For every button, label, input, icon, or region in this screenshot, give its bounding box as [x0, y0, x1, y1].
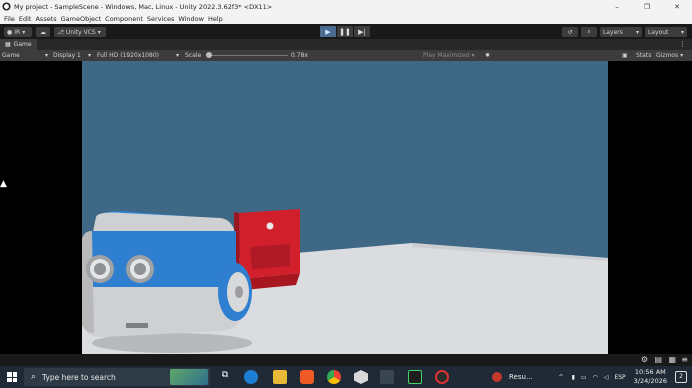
status-icon-4: ≡ — [681, 355, 688, 364]
status-bar: ⚙ ▤ ▦ ≡ — [0, 354, 692, 366]
taskbar-search[interactable]: ⌕ Type here to search — [24, 368, 210, 386]
file-explorer-icon[interactable] — [273, 370, 287, 384]
clock[interactable]: 10:56 AM 3/24/2026 — [634, 368, 667, 386]
pause-icon: ❚❚ — [339, 27, 351, 36]
game-viewport[interactable]: ▲ — [0, 61, 692, 354]
history-button[interactable]: ↺ — [562, 27, 578, 37]
cloud-icon: ☁ — [40, 28, 46, 36]
history-icon: ↺ — [567, 28, 573, 36]
windows-start-icon[interactable] — [7, 372, 17, 382]
play-mode-dropdown[interactable]: Play Maximized ▾ — [423, 51, 475, 60]
step-icon: ▶| — [358, 27, 366, 36]
system-tray: ^ ▮ ▭ ◠ ◁ ESP 10:56 AM 3/24/2026 2 — [559, 366, 692, 388]
step-button[interactable]: ▶| — [354, 26, 370, 37]
battery-icon[interactable]: ▭ — [581, 374, 587, 381]
tray-chevron-icon[interactable]: ^ — [559, 374, 564, 381]
menu-bar: File Edit Assets GameObject Component Se… — [0, 13, 692, 24]
volume-icon[interactable]: ◁ — [604, 374, 609, 381]
gizmos-dropdown[interactable]: Gizmos ▾ — [656, 51, 683, 60]
terminal-icon[interactable] — [408, 370, 422, 384]
play-button[interactable]: ▶ — [320, 26, 336, 37]
scale-slider-handle[interactable] — [206, 52, 212, 58]
unity-icon[interactable] — [380, 370, 394, 384]
stats-button[interactable]: Stats — [636, 51, 651, 60]
game-view-toolbar: Game ▾ Display 1 ▾ Full HD (1920x1080) ▾ Sc… — [0, 50, 692, 61]
window-title: My project - SampleScene - Windows, Mac,… — [14, 2, 273, 11]
kebab-menu-icon[interactable]: ⋮ — [679, 40, 686, 48]
game-icon: ▦ — [5, 41, 11, 48]
menu-assets[interactable]: Assets — [35, 15, 56, 23]
pause-button[interactable]: ❚❚ — [337, 26, 353, 37]
scale-value: 0.78x — [291, 52, 308, 59]
vcs-dropdown[interactable]: ⎇ Unity VCS ▾ — [54, 27, 106, 37]
tab-row: ▦ Game ⋮ — [0, 39, 692, 50]
game-scene[interactable] — [82, 61, 608, 354]
search-icon: ⌕ — [587, 28, 591, 35]
resume-app-label[interactable]: Resu... — [509, 373, 533, 381]
menu-component[interactable]: Component — [105, 15, 143, 23]
tab-game[interactable]: ▦ Game — [0, 39, 37, 50]
menu-services[interactable]: Services — [147, 15, 174, 23]
robot — [82, 211, 252, 337]
status-icon-1: ⚙ — [640, 355, 648, 364]
search-highlight-image — [170, 369, 208, 385]
edge-icon[interactable] — [244, 370, 258, 384]
menu-help[interactable]: Help — [208, 15, 223, 23]
playback-controls: ▶ ❚❚ ▶| — [320, 26, 371, 37]
unity-logo-icon — [2, 2, 11, 11]
account-dropdown[interactable]: ● IR ▾ — [4, 27, 32, 37]
display-dropdown[interactable]: Display 1 ▾ — [53, 51, 91, 60]
menu-file[interactable]: File — [4, 15, 15, 23]
mute-icon: ✹ — [485, 52, 491, 59]
menu-window[interactable]: Window — [178, 15, 204, 23]
scale-slider[interactable] — [208, 55, 288, 56]
main-toolbar: ● IR ▾ ☁ ⎇ Unity VCS ▾ ▶ ❚❚ ▶| ↺ ⌕ Layer… — [0, 24, 692, 39]
wifi-icon[interactable]: ◠ — [593, 374, 598, 381]
task-view-icon[interactable]: ⧉ — [218, 370, 232, 384]
unity-hub-icon[interactable] — [354, 370, 368, 384]
resolution-dropdown[interactable]: Full HD (1920x1080) ▾ — [97, 51, 179, 60]
recorder-icon[interactable] — [435, 370, 449, 384]
menu-gameobject[interactable]: GameObject — [61, 15, 102, 23]
status-icon-2: ▤ — [654, 355, 662, 364]
layout-dropdown[interactable]: Layout ▾ — [645, 27, 687, 37]
play-icon: ▶ — [325, 27, 331, 36]
aspect-icon: ▣ — [622, 52, 628, 59]
close-button[interactable]: ✕ — [662, 0, 692, 13]
brave-icon[interactable] — [300, 370, 314, 384]
vcs-icon: ⎇ — [57, 28, 64, 36]
tray-app-icon[interactable]: ▮ — [572, 374, 575, 381]
notification-icon[interactable]: 2 — [675, 371, 687, 383]
scale-label: Scale — [185, 52, 202, 59]
title-bar: My project - SampleScene - Windows, Mac,… — [0, 0, 692, 13]
status-icon-3: ▦ — [668, 355, 676, 364]
cloud-button[interactable]: ☁ — [36, 27, 50, 37]
search-icon: ⌕ — [31, 372, 37, 382]
maximize-button[interactable]: ❐ — [632, 0, 662, 13]
aspect-button[interactable]: ▣ — [622, 51, 628, 60]
minimize-button[interactable]: – — [602, 0, 632, 13]
chrome-icon[interactable] — [327, 370, 341, 384]
layers-dropdown[interactable]: Layers ▾ — [600, 27, 642, 37]
resume-app-icon[interactable] — [492, 372, 502, 382]
search-button[interactable]: ⌕ — [581, 27, 597, 37]
scene-render — [82, 209, 608, 354]
menu-edit[interactable]: Edit — [19, 15, 32, 23]
mouse-cursor-icon: ▲ — [0, 179, 7, 189]
mute-audio-button[interactable]: ✹ — [485, 51, 490, 60]
windows-taskbar: ⌕ Type here to search ⧉ Resu... ^ ▮ ▭ ◠ … — [0, 366, 692, 388]
account-icon: ● — [7, 28, 13, 36]
language-indicator[interactable]: ESP — [614, 374, 625, 381]
view-dropdown[interactable]: Game ▾ — [2, 51, 48, 60]
